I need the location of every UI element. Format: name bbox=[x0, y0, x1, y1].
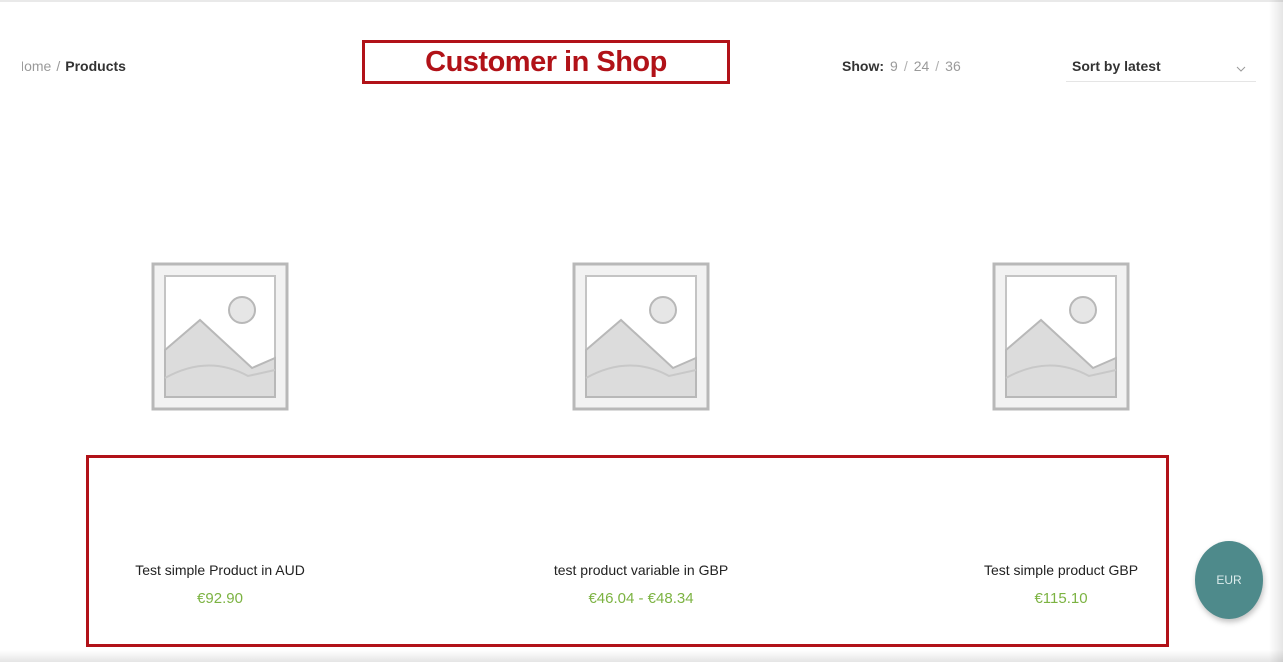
breadcrumb-separator: / bbox=[56, 58, 61, 74]
placeholder-image-icon[interactable] bbox=[989, 258, 1133, 418]
placeholder-image-icon[interactable] bbox=[569, 258, 713, 418]
sort-select[interactable]: Sort by latest bbox=[1066, 50, 1256, 82]
per-page-option-36[interactable]: 36 bbox=[945, 58, 961, 74]
breadcrumb: Home / Products bbox=[22, 58, 126, 74]
currency-switcher-button[interactable]: EUR bbox=[1195, 541, 1263, 619]
placeholder-image-icon[interactable] bbox=[148, 258, 292, 418]
annotation-title-box: Customer in Shop bbox=[362, 40, 730, 84]
frame-top-edge bbox=[0, 0, 1283, 2]
frame-shadow-right bbox=[1269, 0, 1283, 662]
chevron-down-icon bbox=[1236, 60, 1246, 78]
frame-shadow-bottom bbox=[0, 650, 1283, 662]
per-page-option-24[interactable]: 24 bbox=[914, 58, 930, 74]
sort-select-value: Sort by latest bbox=[1072, 58, 1161, 74]
breadcrumb-current: Products bbox=[65, 58, 126, 74]
per-page-divider: / bbox=[935, 58, 940, 74]
show-colon: : bbox=[879, 58, 885, 74]
show-per-page: Show: 9 / 24 / 36 bbox=[842, 58, 961, 74]
per-page-divider: / bbox=[903, 58, 908, 74]
show-label: Show bbox=[842, 58, 880, 74]
breadcrumb-home-link[interactable]: Home bbox=[22, 58, 51, 74]
annotation-products-box bbox=[86, 455, 1169, 647]
currency-switcher-label: EUR bbox=[1216, 573, 1242, 587]
per-page-option-9[interactable]: 9 bbox=[890, 58, 898, 74]
annotation-title: Customer in Shop bbox=[425, 45, 667, 78]
